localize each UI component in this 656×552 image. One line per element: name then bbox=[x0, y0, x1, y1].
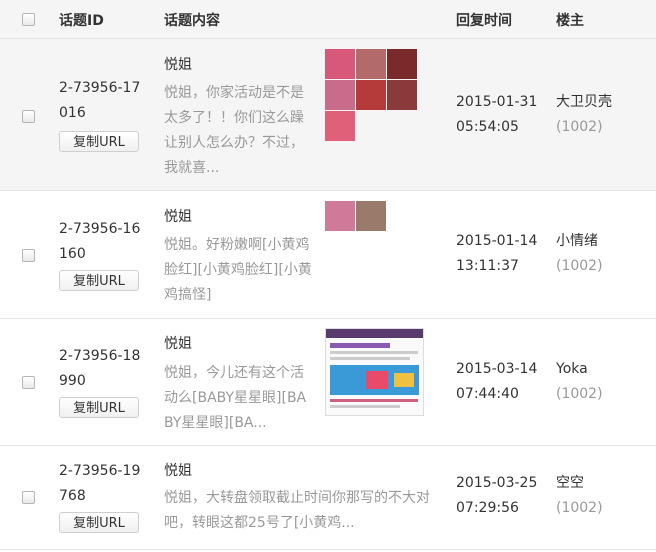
post-author[interactable]: 悦姐 bbox=[164, 333, 192, 353]
thumbnail-image[interactable] bbox=[387, 49, 417, 79]
copy-url-button[interactable]: 复制URL bbox=[59, 131, 139, 152]
row-checkbox[interactable] bbox=[22, 491, 35, 504]
thumb-header-bar bbox=[326, 329, 423, 338]
post-author[interactable]: 悦姐 bbox=[164, 460, 192, 480]
owner-name[interactable]: 小情绪 bbox=[556, 229, 603, 254]
thumbnail-image[interactable] bbox=[325, 201, 355, 231]
reply-clock: 13:11:37 bbox=[456, 258, 519, 274]
screenshot-thumbnail[interactable] bbox=[325, 328, 424, 416]
owner-count: (1002) bbox=[556, 119, 603, 135]
row-checkbox[interactable] bbox=[22, 249, 35, 262]
thumb-text-line bbox=[330, 357, 410, 360]
row-checkbox[interactable] bbox=[22, 110, 35, 123]
thread-owner: Yoka (1002) bbox=[556, 357, 603, 407]
post-author[interactable]: 悦姐 bbox=[164, 206, 192, 226]
thumb-text-line bbox=[330, 399, 418, 402]
reply-date: 2015-03-14 bbox=[456, 361, 538, 377]
reply-date: 2015-01-14 bbox=[456, 233, 538, 249]
copy-url-button[interactable]: 复制URL bbox=[59, 270, 139, 291]
topic-id: 2-73956-19768 bbox=[59, 463, 141, 504]
topic-id: 2-73956-16160 bbox=[59, 221, 141, 262]
header-topic-content: 话题内容 bbox=[164, 13, 220, 29]
thumb-banner-graphic bbox=[394, 373, 414, 387]
reply-clock: 05:54:05 bbox=[456, 119, 519, 135]
reply-clock: 07:29:56 bbox=[456, 500, 519, 516]
thumbnail-image[interactable] bbox=[356, 80, 386, 110]
thumbnail-image[interactable] bbox=[325, 111, 355, 141]
owner-count: (1002) bbox=[556, 386, 603, 402]
owner-count: (1002) bbox=[556, 258, 603, 274]
row-checkbox[interactable] bbox=[22, 376, 35, 389]
copy-url-button[interactable]: 复制URL bbox=[59, 512, 139, 533]
reply-time: 2015-03-25 07:29:56 bbox=[456, 471, 537, 521]
topic-table: 话题ID 话题内容 回复时间 楼主 2-73956-17016 复制URL 悦姐… bbox=[0, 0, 656, 550]
header-topic-id: 话题ID bbox=[59, 13, 104, 29]
table-row: 2-73956-17016 复制URL 悦姐 悦姐，你家活动是不是太多了！！你们… bbox=[0, 39, 656, 191]
table-row: 2-73956-19768 复制URL 悦姐 悦姐，大转盘领取截止时间你那写的不… bbox=[0, 446, 656, 550]
post-excerpt[interactable]: 悦姐，今儿还有这个活动么[BABY星星眼][BABY星星眼][BA... bbox=[164, 361, 314, 436]
copy-url-button[interactable]: 复制URL bbox=[59, 397, 139, 418]
thumb-text-line bbox=[330, 351, 418, 354]
thumbnail-image[interactable] bbox=[387, 80, 417, 110]
topic-id: 2-73956-18990 bbox=[59, 348, 141, 389]
thread-owner: 小情绪 (1002) bbox=[556, 229, 603, 279]
reply-date: 2015-01-31 bbox=[456, 94, 538, 110]
owner-name[interactable]: 空空 bbox=[556, 471, 603, 496]
reply-time: 2015-01-31 05:54:05 bbox=[456, 90, 537, 140]
post-excerpt[interactable]: 悦姐。好粉嫩啊[小黄鸡脸红][小黄鸡脸红][小黄鸡搞怪] bbox=[164, 233, 314, 308]
header-reply-time: 回复时间 bbox=[456, 13, 512, 29]
owner-name[interactable]: 大卫贝壳 bbox=[556, 90, 612, 115]
table-header: 话题ID 话题内容 回复时间 楼主 bbox=[0, 0, 656, 39]
reply-clock: 07:44:40 bbox=[456, 386, 519, 402]
thread-owner: 空空 (1002) bbox=[556, 471, 603, 521]
table-row: 2-73956-18990 复制URL 悦姐 悦姐，今儿还有这个活动么[BABY… bbox=[0, 319, 656, 446]
post-excerpt[interactable]: 悦姐，你家活动是不是太多了！！你们这么躁让别人怎么办？不过，我就喜... bbox=[164, 81, 314, 181]
owner-name[interactable]: Yoka bbox=[556, 357, 603, 382]
table-row: 2-73956-16160 复制URL 悦姐 悦姐。好粉嫩啊[小黄鸡脸红][小黄… bbox=[0, 191, 656, 319]
header-owner: 楼主 bbox=[556, 13, 584, 29]
reply-time: 2015-03-14 07:44:40 bbox=[456, 357, 537, 407]
thumbnail-image[interactable] bbox=[325, 49, 355, 79]
thumb-text-line bbox=[330, 405, 400, 408]
thread-owner: 大卫贝壳 (1002) bbox=[556, 90, 612, 140]
post-excerpt[interactable]: 悦姐，大转盘领取截止时间你那写的不大对吧，转眼这都25号了[小黄鸡... bbox=[164, 486, 438, 536]
thumbnail-image[interactable] bbox=[325, 80, 355, 110]
reply-time: 2015-01-14 13:11:37 bbox=[456, 229, 537, 279]
topic-id: 2-73956-17016 bbox=[59, 80, 141, 121]
thumbnail-image[interactable] bbox=[356, 49, 386, 79]
post-author[interactable]: 悦姐 bbox=[164, 54, 192, 74]
owner-count: (1002) bbox=[556, 500, 603, 516]
thumb-tag bbox=[330, 343, 390, 348]
thumbnail-image[interactable] bbox=[356, 201, 386, 231]
thumb-banner-graphic bbox=[366, 371, 388, 389]
select-all-checkbox[interactable] bbox=[22, 13, 35, 26]
reply-date: 2015-03-25 bbox=[456, 475, 538, 491]
